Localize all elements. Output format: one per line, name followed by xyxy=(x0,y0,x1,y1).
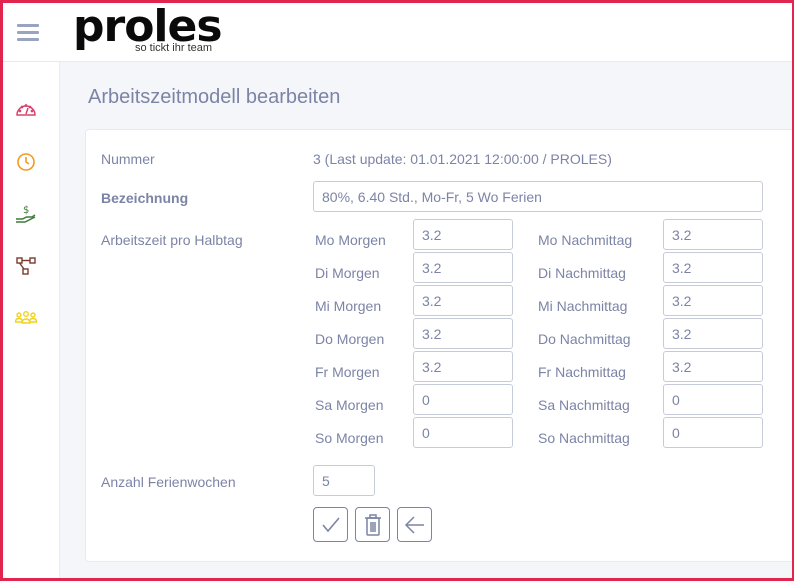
top-bar: proles so tickt ihr team xyxy=(0,0,794,62)
halbtag-label: Arbeitszeit pro Halbtag xyxy=(101,232,243,248)
sidebar-item-organization[interactable] xyxy=(14,254,38,278)
afternoon-input[interactable] xyxy=(663,285,763,316)
morning-input[interactable] xyxy=(413,318,513,349)
afternoon-input[interactable] xyxy=(663,318,763,349)
afternoon-label: Fr Nachmittag xyxy=(538,364,626,380)
ferien-input[interactable] xyxy=(313,465,375,496)
back-button[interactable] xyxy=(397,507,432,542)
afternoon-label: Do Nachmittag xyxy=(538,331,631,347)
morning-input[interactable] xyxy=(413,384,513,415)
svg-text:$: $ xyxy=(23,205,29,216)
save-button[interactable] xyxy=(313,507,348,542)
morning-label: Sa Morgen xyxy=(315,397,384,413)
bezeichnung-label: Bezeichnung xyxy=(101,190,189,206)
afternoon-input[interactable] xyxy=(663,252,763,283)
delete-button[interactable] xyxy=(355,507,390,542)
morning-label: Fr Morgen xyxy=(315,364,380,380)
afternoon-input[interactable] xyxy=(663,219,763,250)
morning-label: So Morgen xyxy=(315,430,384,446)
page-title: Arbeitszeitmodell bearbeiten xyxy=(88,86,341,108)
afternoon-input[interactable] xyxy=(663,417,763,448)
nummer-value: 3 (Last update: 01.01.2021 12:00:00 / PR… xyxy=(313,151,612,167)
morning-label: Mo Morgen xyxy=(315,232,386,248)
morning-input[interactable] xyxy=(413,351,513,382)
afternoon-label: Di Nachmittag xyxy=(538,265,626,281)
morning-input[interactable] xyxy=(413,219,513,250)
sidebar: $ xyxy=(0,62,60,581)
morning-input[interactable] xyxy=(413,252,513,283)
sidebar-item-time[interactable] xyxy=(14,150,38,174)
hamburger-line xyxy=(17,31,39,34)
morning-input[interactable] xyxy=(413,285,513,316)
main-content: Arbeitszeitmodell bearbeiten Nummer 3 (L… xyxy=(60,62,794,581)
trash-icon xyxy=(364,513,381,536)
morning-input[interactable] xyxy=(413,417,513,448)
sidebar-item-payroll[interactable]: $ xyxy=(14,202,38,226)
nummer-label: Nummer xyxy=(101,151,155,167)
morning-label: Do Morgen xyxy=(315,331,385,347)
hierarchy-icon xyxy=(16,257,36,275)
hamburger-line xyxy=(17,24,39,27)
dashboard-gauge-icon xyxy=(16,104,36,116)
arrow-left-icon xyxy=(404,515,424,534)
ferien-label: Anzahl Ferienwochen xyxy=(101,474,236,490)
logo-tagline: so tickt ihr team xyxy=(135,42,213,54)
team-icon xyxy=(14,310,38,324)
afternoon-input[interactable] xyxy=(663,384,763,415)
sidebar-item-dashboard[interactable] xyxy=(14,98,38,122)
bezeichnung-input[interactable] xyxy=(313,181,763,212)
hand-money-icon: $ xyxy=(16,205,36,223)
menu-toggle-button[interactable] xyxy=(17,24,39,42)
hamburger-line xyxy=(17,38,39,41)
sidebar-item-team[interactable] xyxy=(14,306,38,330)
morning-label: Mi Morgen xyxy=(315,298,382,314)
afternoon-label: Mi Nachmittag xyxy=(538,298,628,314)
afternoon-label: Sa Nachmittag xyxy=(538,397,630,413)
logo[interactable]: proles so tickt ihr team xyxy=(73,4,223,55)
afternoon-input[interactable] xyxy=(663,351,763,382)
clock-icon xyxy=(17,153,35,171)
afternoon-label: Mo Nachmittag xyxy=(538,232,633,248)
afternoon-label: So Nachmittag xyxy=(538,430,630,446)
check-icon xyxy=(321,516,340,532)
form-card: Nummer 3 (Last update: 01.01.2021 12:00:… xyxy=(85,129,794,562)
morning-label: Di Morgen xyxy=(315,265,380,281)
